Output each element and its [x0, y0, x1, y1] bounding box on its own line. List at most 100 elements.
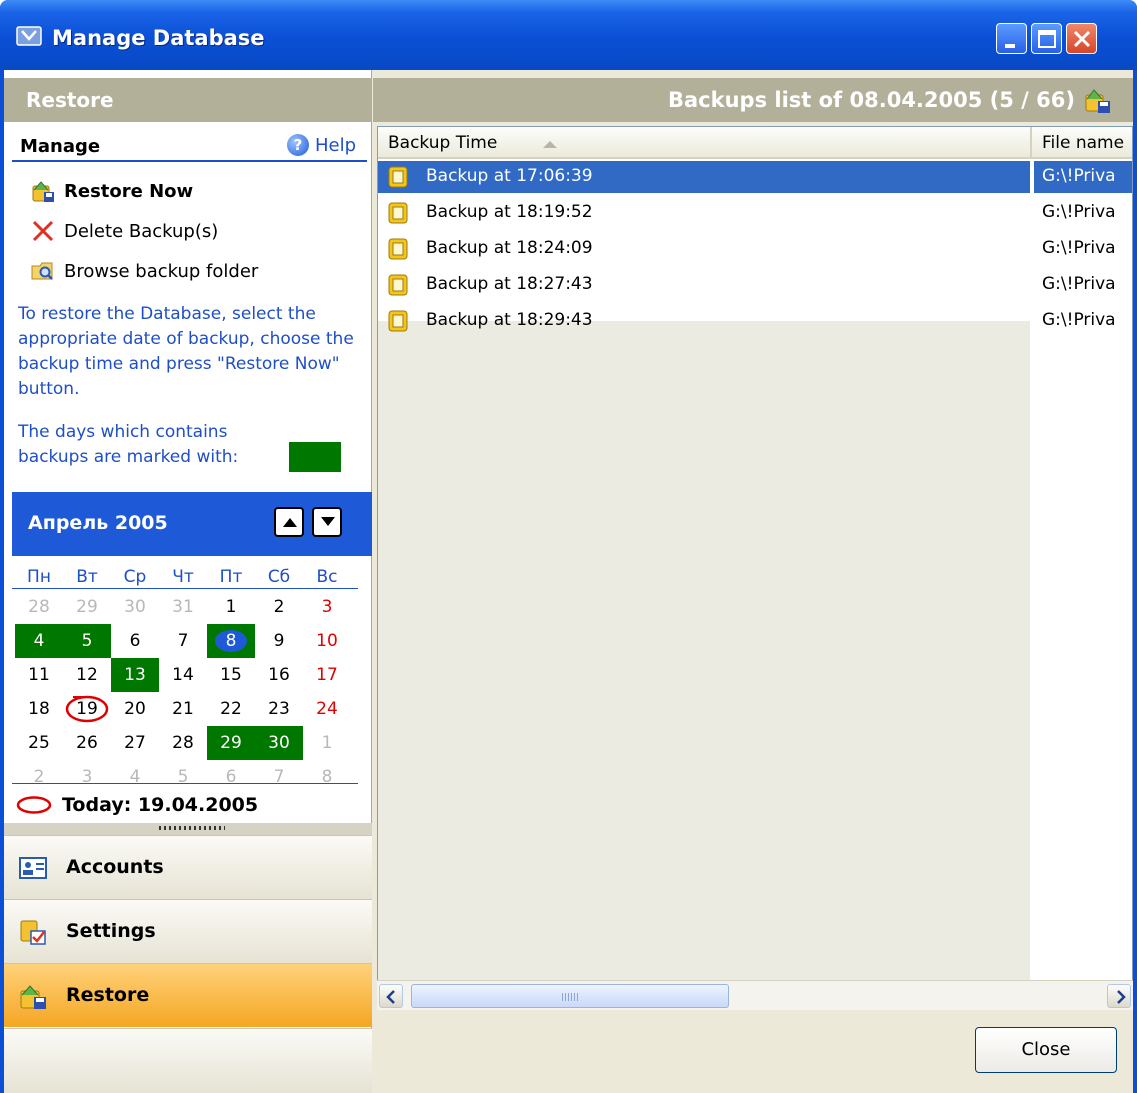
restore-header-icon — [1085, 89, 1110, 113]
backup-time-cell: Backup at 18:19:52 — [426, 202, 593, 222]
calendar-day[interactable]: 22 — [207, 692, 255, 726]
calendar-day[interactable]: 30 — [255, 726, 303, 760]
calendar-day[interactable]: 1 — [303, 726, 351, 760]
calendar-day[interactable]: 10 — [303, 624, 351, 658]
calendar-day[interactable]: 28 — [159, 726, 207, 760]
delete-backup-task[interactable]: Delete Backup(s) — [30, 217, 218, 245]
calendar-week: 4 5 6 7 8 9 10 — [12, 624, 362, 658]
calendar-day[interactable]: 5 — [159, 760, 207, 794]
calendar-day[interactable]: 5 — [63, 624, 111, 658]
calendar-header: Апрель 2005 — [12, 492, 372, 556]
close-button[interactable]: Close — [975, 1027, 1117, 1073]
backup-time-cell: Backup at 17:06:39 — [426, 166, 593, 186]
calendar-day[interactable]: 17 — [303, 658, 351, 692]
calendar-day-number: 8 — [225, 631, 237, 651]
calendar-day[interactable]: 7 — [255, 760, 303, 794]
calendar-day[interactable]: 24 — [303, 692, 351, 726]
backups-list[interactable]: Backup Time File name Backup at 17:06:39… — [377, 126, 1133, 996]
calendar-day[interactable]: 29 — [207, 726, 255, 760]
backup-row[interactable]: Backup at 17:06:39 G:\!Priva — [378, 161, 1132, 193]
calendar-day[interactable]: 7 — [159, 624, 207, 658]
calendar-day[interactable]: 28 — [15, 590, 63, 624]
title-bar[interactable]: Manage Database — [0, 0, 1137, 70]
next-month-button[interactable] — [312, 507, 342, 537]
prev-month-button[interactable] — [274, 507, 304, 537]
scroll-left-button[interactable] — [379, 984, 403, 1008]
calendar-month-title: Апрель 2005 — [28, 512, 168, 534]
calendar-day[interactable]: 20 — [111, 692, 159, 726]
calendar-day[interactable]: 19 — [63, 692, 111, 726]
calendar-day[interactable]: 8 — [303, 760, 351, 794]
nav-accounts[interactable]: Accounts — [4, 835, 372, 899]
calendar-day[interactable]: 4 — [111, 760, 159, 794]
scroll-right-button[interactable] — [1107, 984, 1131, 1008]
today-label: Today: 19.04.2005 — [62, 794, 259, 816]
calendar-day-number: 14 — [172, 665, 194, 685]
help-link[interactable]: Help — [315, 135, 356, 156]
splitter-grip[interactable] — [4, 823, 372, 835]
calendar-day-number: 7 — [177, 631, 189, 651]
calendar-day[interactable]: 6 — [207, 760, 255, 794]
backup-row[interactable]: Backup at 18:29:43 G:\!Priva — [378, 305, 1132, 337]
calendar-day[interactable]: 30 — [111, 590, 159, 624]
minimize-button[interactable] — [996, 23, 1027, 54]
restore-now-task[interactable]: Restore Now — [30, 177, 193, 205]
backup-time-cell: Backup at 18:24:09 — [426, 238, 593, 258]
browse-folder-task[interactable]: Browse backup folder — [30, 257, 258, 285]
calendar-day[interactable]: 27 — [111, 726, 159, 760]
calendar-day[interactable]: 23 — [255, 692, 303, 726]
help-icon[interactable]: ? — [287, 134, 309, 156]
file-name-cell: G:\!Priva — [1042, 238, 1116, 258]
backup-row[interactable]: Backup at 18:27:43 G:\!Priva — [378, 269, 1132, 301]
calendar-day[interactable]: 31 — [159, 590, 207, 624]
calendar-day-number: 19 — [76, 699, 98, 719]
calendar-day[interactable]: 26 — [63, 726, 111, 760]
nav-accounts-label: Accounts — [66, 856, 164, 878]
calendar-day[interactable]: 4 — [15, 624, 63, 658]
close-window-button[interactable] — [1066, 23, 1097, 54]
column-file-name[interactable]: File name — [1042, 133, 1124, 153]
today-row[interactable]: Today: 19.04.2005 — [16, 790, 258, 820]
column-backup-time[interactable]: Backup Time — [388, 133, 497, 153]
horizontal-scrollbar[interactable] — [377, 980, 1133, 1010]
nav-settings[interactable]: Settings — [4, 899, 372, 963]
calendar-day[interactable]: 3 — [63, 760, 111, 794]
calendar-day[interactable]: 25 — [15, 726, 63, 760]
nav-restore[interactable]: Restore — [4, 963, 372, 1027]
delete-backup-label: Delete Backup(s) — [64, 220, 219, 242]
calendar-day-number: 3 — [81, 767, 93, 787]
calendar-day[interactable]: 29 — [63, 590, 111, 624]
column-divider[interactable] — [1030, 127, 1032, 159]
list-empty-area — [378, 321, 1030, 995]
calendar-day[interactable]: 21 — [159, 692, 207, 726]
maximize-button[interactable] — [1031, 23, 1062, 54]
calendar-day[interactable]: 3 — [303, 590, 351, 624]
calendar-day[interactable]: 6 — [111, 624, 159, 658]
calendar-day[interactable]: 2 — [15, 760, 63, 794]
calendar-day-number: 6 — [225, 767, 237, 787]
calendar-day[interactable]: 8 — [207, 624, 255, 658]
restore-now-icon — [32, 181, 54, 202]
backup-row[interactable]: Backup at 18:19:52 G:\!Priva — [378, 197, 1132, 229]
calendar-day-number: 18 — [28, 699, 50, 719]
calendar-day[interactable]: 11 — [15, 658, 63, 692]
calendar-day[interactable]: 18 — [15, 692, 63, 726]
manage-database-window: Manage Database Restore Manage ? Help Re… — [0, 0, 1137, 1093]
chevron-right-icon — [1117, 990, 1126, 1004]
settings-icon — [20, 920, 46, 945]
backup-days-hint: The days which contains backups are mark… — [18, 422, 239, 467]
calendar-day-number: 8 — [321, 767, 333, 787]
calendar-day[interactable]: 12 — [63, 658, 111, 692]
calendar-day[interactable]: 13 — [111, 658, 159, 692]
calendar-day[interactable]: 14 — [159, 658, 207, 692]
backup-row[interactable]: Backup at 18:24:09 G:\!Priva — [378, 233, 1132, 265]
scroll-thumb[interactable] — [411, 984, 729, 1008]
restore-now-label: Restore Now — [64, 180, 194, 202]
calendar-day[interactable]: 16 — [255, 658, 303, 692]
calendar-day[interactable]: 1 — [207, 590, 255, 624]
accounts-icon — [19, 857, 47, 879]
calendar-day[interactable]: 15 — [207, 658, 255, 692]
browse-folder-icon — [31, 262, 53, 280]
calendar-day[interactable]: 2 — [255, 590, 303, 624]
calendar-day[interactable]: 9 — [255, 624, 303, 658]
